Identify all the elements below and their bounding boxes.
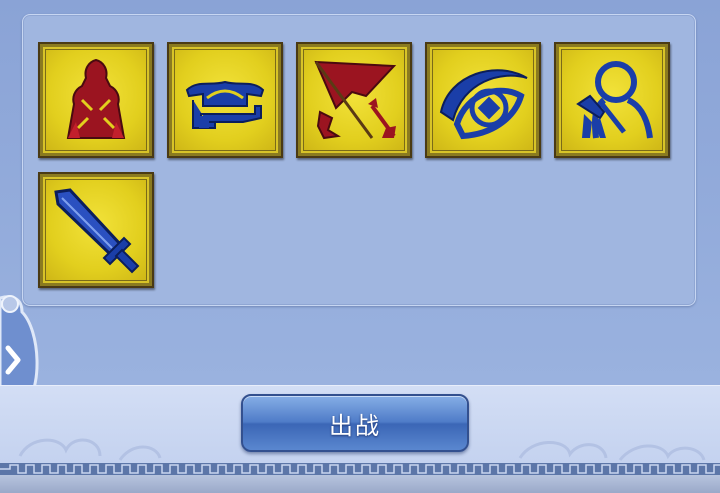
meander-border [0, 463, 720, 475]
skill-slot-3[interactable] [296, 42, 412, 158]
skill-slot-1[interactable] [38, 42, 154, 158]
hooded-figure-icon [66, 58, 126, 139]
bridge-boat-icon [185, 80, 265, 129]
skills-panel [22, 14, 696, 306]
skill-slot-4[interactable] [425, 42, 541, 158]
deploy-button[interactable]: 出战 [241, 394, 469, 452]
warrior-portrait-icon [576, 61, 653, 139]
footer-strip [0, 475, 720, 493]
skill-slot-2[interactable] [167, 42, 283, 158]
skill-slot-5[interactable] [554, 42, 670, 158]
sword-icon [54, 188, 140, 274]
war-banner-spear-icon [314, 60, 397, 140]
skill-slot-6[interactable] [38, 172, 154, 288]
eye-icon [439, 69, 528, 140]
